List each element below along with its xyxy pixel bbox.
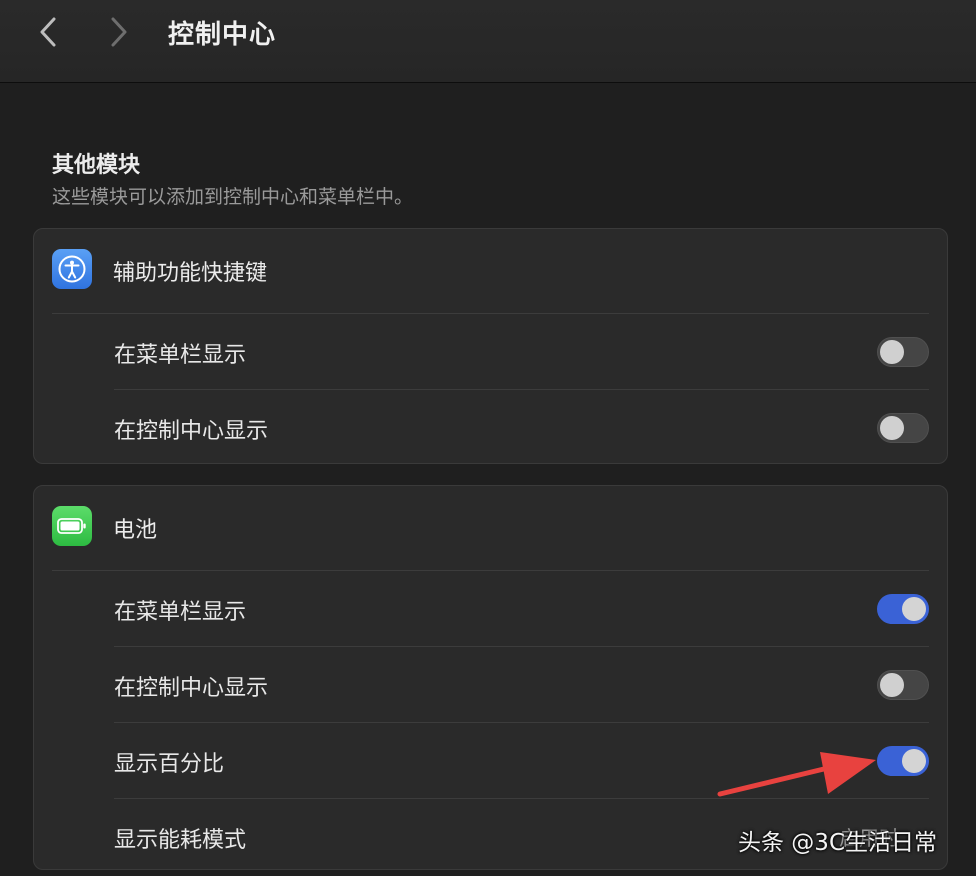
module-header: 电池 bbox=[34, 486, 947, 570]
show-in-menu-bar-toggle[interactable] bbox=[877, 337, 929, 367]
module-header: 辅助功能快捷键 bbox=[34, 229, 947, 313]
show-in-control-center-toggle[interactable] bbox=[877, 670, 929, 700]
module-title: 辅助功能快捷键 bbox=[113, 261, 268, 286]
section-subtitle: 这些模块可以添加到控制中心和菜单栏中。 bbox=[52, 186, 414, 208]
setting-label: 在控制中心显示 bbox=[114, 676, 269, 701]
setting-row-show-in-menu-bar: 在菜单栏显示 bbox=[52, 313, 929, 389]
setting-row-show-in-control-center: 在控制中心显示 bbox=[114, 646, 929, 722]
toggle-knob bbox=[880, 673, 904, 697]
watermark: 头条 @3C生活日常 bbox=[738, 830, 938, 856]
back-button[interactable] bbox=[30, 14, 66, 50]
page-title: 控制中心 bbox=[168, 20, 277, 50]
toggle-knob bbox=[880, 340, 904, 364]
setting-row-show-in-control-center: 在控制中心显示 bbox=[114, 389, 929, 465]
battery-icon bbox=[52, 506, 92, 546]
show-in-control-center-toggle[interactable] bbox=[877, 413, 929, 443]
battery-card: 电池 在菜单栏显示 在控制中心显示 显示百分比 显示能耗模式 启用时 bbox=[33, 485, 948, 870]
toggle-knob bbox=[902, 597, 926, 621]
chevron-right-icon bbox=[111, 17, 127, 47]
show-in-menu-bar-toggle[interactable] bbox=[877, 594, 929, 624]
chevron-left-icon bbox=[40, 17, 56, 47]
annotation-arrow-icon bbox=[717, 752, 876, 797]
forward-button[interactable] bbox=[101, 14, 137, 50]
toolbar: 控制中心 bbox=[0, 0, 976, 83]
module-title: 电池 bbox=[113, 518, 158, 543]
setting-label: 显示能耗模式 bbox=[114, 828, 247, 853]
setting-label: 在菜单栏显示 bbox=[114, 600, 247, 625]
setting-label: 显示百分比 bbox=[114, 752, 225, 777]
setting-label: 在控制中心显示 bbox=[114, 419, 269, 444]
toggle-knob bbox=[880, 416, 904, 440]
accessibility-shortcuts-card: 辅助功能快捷键 在菜单栏显示 在控制中心显示 bbox=[33, 228, 948, 464]
section-title: 其他模块 bbox=[52, 153, 141, 178]
setting-label: 在菜单栏显示 bbox=[114, 343, 247, 368]
accessibility-icon bbox=[52, 249, 92, 289]
toggle-knob bbox=[902, 749, 926, 773]
setting-row-show-in-menu-bar: 在菜单栏显示 bbox=[52, 570, 929, 646]
